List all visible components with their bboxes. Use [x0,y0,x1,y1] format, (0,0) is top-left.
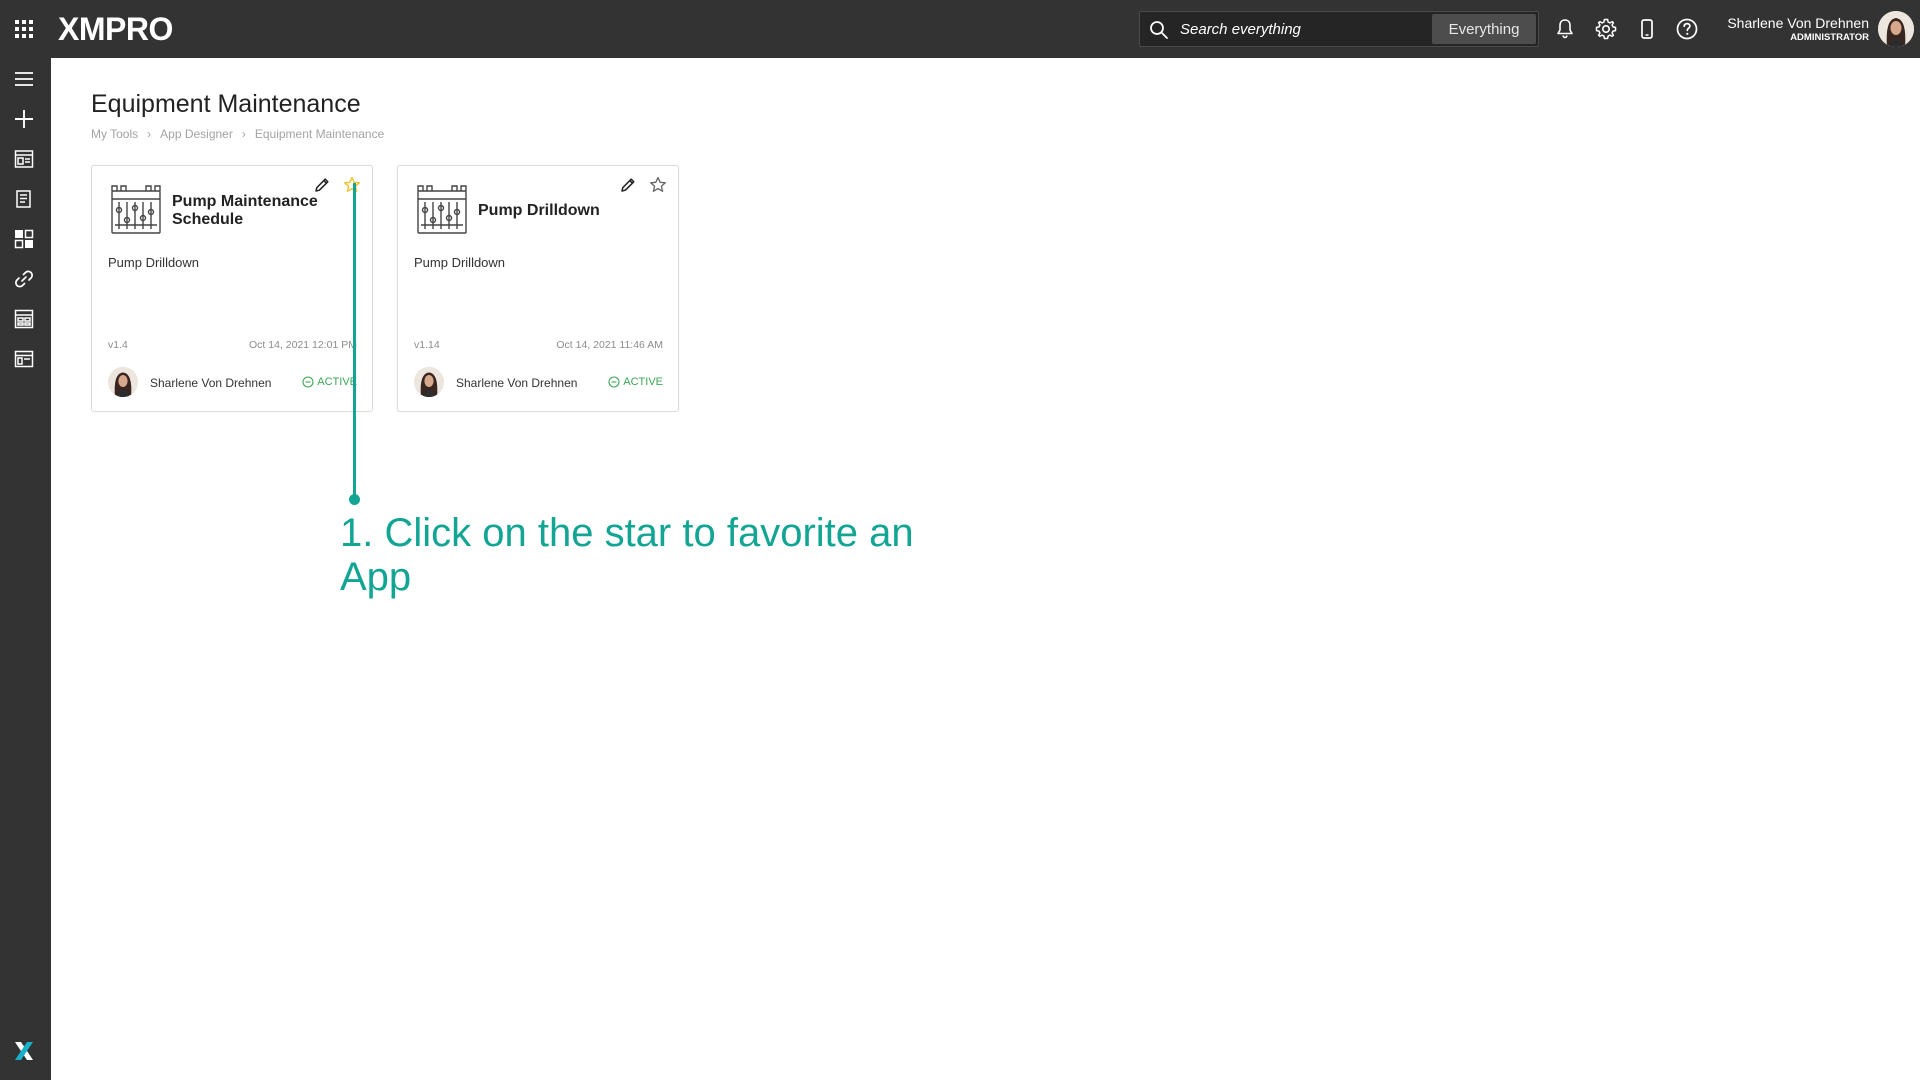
breadcrumb: My Tools › App Designer › Equipment Main… [91,127,384,141]
owner-avatar [108,367,138,397]
app-card-title-line: Pump Maintenance [172,193,318,210]
favorite-star-icon[interactable] [648,175,668,195]
app-card-title-line: Schedule [172,211,244,228]
status-active-icon [608,376,620,388]
sidebar [0,58,51,1080]
user-name: Sharlene Von Drehnen [1727,15,1869,31]
status-label: ACTIVE [317,376,357,388]
dashboard-icon[interactable] [13,228,35,250]
search-input[interactable] [1180,12,1460,46]
app-card-description: Pump Drilldown [414,255,506,270]
app-thumbnail-icon [417,185,467,234]
menu-icon[interactable] [13,68,35,90]
annotation-pointer-line [353,183,356,499]
app-card-version: v1.4 [108,339,128,351]
mobile-device-icon[interactable] [1635,17,1659,41]
data-streams-icon[interactable] [13,308,35,330]
app-card-version: v1.14 [414,339,440,351]
breadcrumb-app-designer[interactable]: App Designer [160,127,233,141]
add-icon[interactable] [13,108,35,130]
status-active-icon [302,376,314,388]
search-icon [1150,21,1168,39]
templates-icon[interactable] [13,348,35,370]
top-bar: XMPRO Everything Sharlene Von Drehnen AD… [0,0,1920,58]
chevron-right-icon: › [241,127,246,141]
xmpro-x-logo-icon[interactable] [13,1040,35,1062]
app-card-date: Oct 14, 2021 11:46 AM [556,339,663,351]
app-card-description: Pump Drilldown [108,255,200,270]
chevron-right-icon: › [147,127,152,141]
status-label: ACTIVE [623,376,663,388]
user-avatar[interactable] [1878,11,1914,47]
edit-pencil-icon[interactable] [312,175,332,195]
gear-icon[interactable] [1594,17,1618,41]
global-search: Everything [1139,11,1539,47]
app-card-owner: Sharlene Von Drehnen [456,376,578,390]
favorite-star-icon[interactable] [342,175,362,195]
edit-pencil-icon[interactable] [618,175,638,195]
apps-grid-icon[interactable] [15,20,33,38]
breadcrumb-my-tools[interactable]: My Tools [91,127,138,141]
user-photo-icon [1878,11,1914,47]
user-role: ADMINISTRATOR [1790,32,1869,43]
app-card[interactable]: Pump Maintenance Schedule Pump Drilldown… [91,165,373,412]
owner-photo-icon [414,367,444,397]
xmpro-logo[interactable]: XMPRO [58,10,173,48]
app-designer-icon[interactable] [13,148,35,170]
annotation-text: 1. Click on the star to favorite an App [340,511,914,599]
link-icon[interactable] [13,268,35,290]
app-thumbnail-icon [111,185,161,234]
page-title: Equipment Maintenance [91,90,361,118]
app-card-title-line: Pump Drilldown [478,202,600,219]
app-card-owner: Sharlene Von Drehnen [150,376,272,390]
status-badge: ACTIVE [608,376,663,388]
help-icon[interactable] [1675,17,1699,41]
search-scope-dropdown[interactable]: Everything [1432,14,1536,44]
annotation-pointer-dot [349,494,360,505]
recommendations-icon[interactable] [13,188,35,210]
status-badge: ACTIVE [302,376,357,388]
owner-photo-icon [108,367,138,397]
bell-icon[interactable] [1553,17,1577,41]
app-card[interactable]: Pump Drilldown Pump Drilldown v1.14 Oct … [397,165,679,412]
owner-avatar [414,367,444,397]
app-card-title[interactable]: Pump Maintenance Schedule [172,193,322,229]
app-card-title[interactable]: Pump Drilldown [478,202,628,220]
breadcrumb-equipment-maintenance: Equipment Maintenance [254,127,385,141]
app-card-date: Oct 14, 2021 12:01 PM [249,339,357,351]
